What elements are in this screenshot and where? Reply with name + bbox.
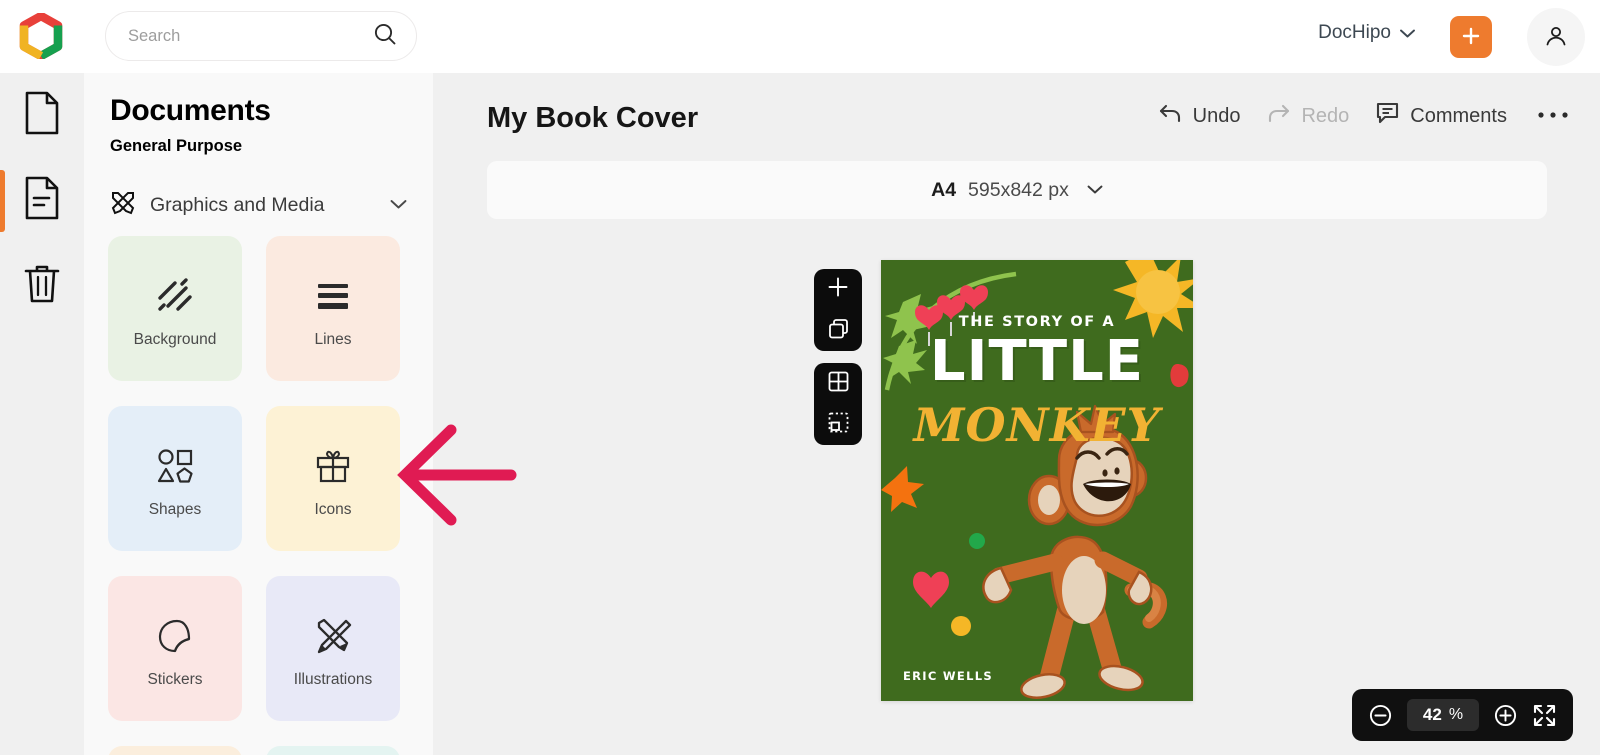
page-icon bbox=[23, 91, 61, 140]
card-label: Illustrations bbox=[293, 670, 373, 688]
category-label: Graphics and Media bbox=[150, 193, 325, 216]
redo-button[interactable]: Redo bbox=[1266, 102, 1349, 130]
select-area-icon bbox=[827, 411, 850, 439]
pen-ruler-icon bbox=[312, 609, 354, 663]
duplicate-page-button[interactable] bbox=[814, 310, 862, 351]
side-panel: Documents General Purpose Graphics and M… bbox=[84, 73, 433, 755]
undo-button[interactable]: Undo bbox=[1158, 102, 1241, 130]
cover-kicker: THE STORY OF A bbox=[958, 314, 1116, 330]
chevron-down-icon bbox=[1087, 181, 1103, 199]
page-tools-primary bbox=[814, 269, 862, 351]
account-avatar[interactable] bbox=[1527, 8, 1585, 66]
page-tools-secondary bbox=[814, 363, 862, 445]
card-partial-1[interactable] bbox=[108, 746, 242, 755]
cover-subtitle: MONKEY bbox=[913, 398, 1161, 452]
zoom-out-button[interactable] bbox=[1368, 703, 1393, 728]
undo-icon bbox=[1158, 102, 1183, 130]
comments-label: Comments bbox=[1410, 104, 1507, 127]
zoom-level-unit: % bbox=[1448, 706, 1464, 723]
page-size-dimensions: 595x842 px bbox=[968, 178, 1069, 201]
duplicate-icon bbox=[827, 317, 850, 345]
left-rail bbox=[0, 73, 84, 755]
category-selector[interactable]: Graphics and Media bbox=[110, 186, 407, 224]
grid-icon bbox=[827, 370, 850, 398]
cover-author: ERIC WELLS bbox=[903, 669, 993, 683]
card-label: Stickers bbox=[147, 670, 203, 688]
zoom-control: 42 % bbox=[1352, 689, 1573, 741]
stripes-icon bbox=[155, 269, 195, 323]
lines-icon bbox=[313, 269, 353, 323]
comments-button[interactable]: Comments bbox=[1375, 101, 1507, 131]
search-input[interactable] bbox=[128, 26, 372, 46]
zoom-in-button[interactable] bbox=[1493, 703, 1518, 728]
add-button[interactable] bbox=[1450, 16, 1492, 58]
chevron-down-icon[interactable] bbox=[390, 196, 407, 214]
plus-icon bbox=[826, 275, 850, 304]
user-icon bbox=[1543, 23, 1569, 52]
card-label: Background bbox=[133, 330, 217, 348]
chevron-down-icon bbox=[1400, 22, 1415, 44]
card-lines[interactable]: Lines bbox=[266, 236, 400, 381]
search-box[interactable] bbox=[105, 11, 417, 61]
document-lines-icon bbox=[23, 176, 61, 225]
card-label: Shapes bbox=[148, 500, 202, 518]
editor-area: My Book Cover Undo Redo Comments A4 595x… bbox=[433, 73, 1600, 755]
rail-item-trash[interactable] bbox=[0, 243, 84, 328]
gift-icon bbox=[313, 439, 353, 493]
grid-view-button[interactable] bbox=[814, 363, 862, 404]
rail-item-pages[interactable] bbox=[0, 73, 84, 158]
brand-label: DocHipo bbox=[1318, 22, 1391, 43]
card-label: Icons bbox=[314, 500, 352, 518]
tools-cross-icon bbox=[110, 190, 136, 221]
brand-menu[interactable]: DocHipo bbox=[1318, 22, 1415, 44]
card-partial-2[interactable] bbox=[266, 746, 400, 755]
card-background[interactable]: Background bbox=[108, 236, 242, 381]
fullscreen-button[interactable] bbox=[1532, 703, 1557, 728]
select-area-button[interactable] bbox=[814, 404, 862, 445]
editor-toolbar: Undo Redo Comments bbox=[1158, 101, 1573, 131]
rail-item-document[interactable] bbox=[0, 158, 84, 243]
search-icon[interactable] bbox=[372, 21, 398, 52]
panel-subtitle: General Purpose bbox=[110, 137, 243, 155]
more-horizontal-icon bbox=[1537, 107, 1569, 125]
document-title[interactable]: My Book Cover bbox=[487, 102, 698, 135]
comment-icon bbox=[1375, 101, 1400, 131]
card-illustrations[interactable]: Illustrations bbox=[266, 576, 400, 721]
dochipo-logo[interactable] bbox=[18, 11, 64, 61]
trash-icon bbox=[22, 261, 62, 310]
zoom-level-value: 42 bbox=[1422, 705, 1442, 724]
undo-label: Undo bbox=[1192, 104, 1241, 127]
zoom-level[interactable]: 42 % bbox=[1407, 699, 1479, 731]
top-bar: DocHipo bbox=[0, 0, 1600, 73]
more-options-button[interactable] bbox=[1533, 107, 1573, 125]
page-title: Documents bbox=[110, 94, 271, 127]
card-stickers[interactable]: Stickers bbox=[108, 576, 242, 721]
page-size-selector[interactable]: A4 595x842 px bbox=[487, 161, 1547, 219]
category-card-grid: Background Lines Shapes Icons Stickers I… bbox=[108, 236, 420, 755]
add-page-button[interactable] bbox=[814, 269, 862, 310]
sticker-icon bbox=[155, 609, 195, 663]
cover-title: LITTLE bbox=[929, 329, 1145, 394]
dochipo-editor: DocHipo bbox=[0, 0, 1600, 755]
page-size-name: A4 bbox=[931, 178, 957, 201]
card-icons[interactable]: Icons bbox=[266, 406, 400, 551]
redo-label: Redo bbox=[1301, 104, 1350, 127]
card-label: Lines bbox=[314, 330, 352, 348]
shapes-icon bbox=[154, 439, 196, 493]
redo-icon bbox=[1266, 102, 1291, 130]
book-cover-canvas[interactable]: THE STORY OF A LITTLE MONKEY ERIC WELLS bbox=[881, 260, 1193, 701]
plus-icon bbox=[1460, 25, 1482, 50]
card-shapes[interactable]: Shapes bbox=[108, 406, 242, 551]
